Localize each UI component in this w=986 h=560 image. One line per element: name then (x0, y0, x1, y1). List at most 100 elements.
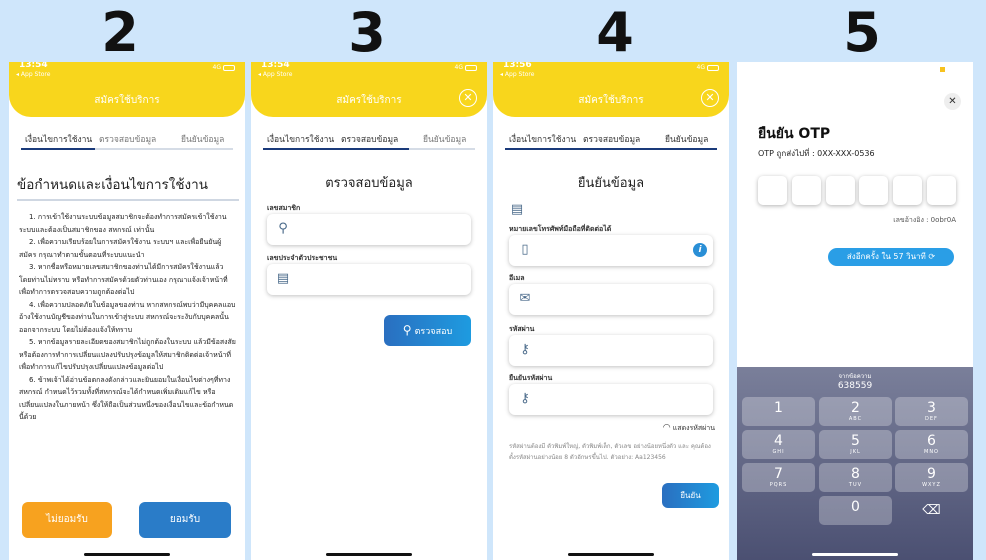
battery-icon (223, 64, 235, 71)
suggestion-label: จากข้อความ (838, 373, 872, 380)
password-input[interactable]: ⚷ (509, 335, 713, 366)
keypad-key-2[interactable]: 2 ABC (819, 397, 892, 426)
battery-icon (707, 64, 719, 71)
keypad-key-0[interactable]: 0 (819, 496, 892, 525)
keypad-key-6[interactable]: 6 MNO (895, 430, 968, 459)
app-header: 13:54 ◂ App Store 4G สมัครใช้บริการ ✕ (251, 62, 487, 117)
app-store-back-link[interactable]: ◂ App Store (16, 71, 50, 78)
otp-autofill-suggestion[interactable]: จากข้อความ 638559 (737, 371, 973, 391)
status-network: 4G (697, 64, 719, 71)
otp-digit-input[interactable] (758, 176, 787, 205)
tab-terms[interactable]: เงื่อนไขการใช้งาน (509, 132, 576, 146)
app-store-back-link[interactable]: ◂ App Store (500, 71, 534, 78)
active-tab-indicator (21, 148, 95, 150)
tab-verify[interactable]: ตรวจสอบข้อมูล (583, 132, 640, 146)
otp-digit-input[interactable] (792, 176, 821, 205)
terms-body: 1. การเข้าใช้งานระบบข้อมูลสมาชิกจะต้องทำ… (19, 211, 237, 424)
citizen-id-label: เลขประจำตัวประชาชน (267, 254, 338, 262)
tab-terms[interactable]: เงื่อนไขการใช้งาน (267, 132, 334, 146)
tab-confirm[interactable]: ยืนยันข้อมูล (423, 132, 466, 146)
accept-button[interactable]: ยอมรับ (139, 502, 231, 538)
confirm-password-input[interactable]: ⚷ (509, 384, 713, 415)
phone-label: หมายเลขโทรศัพท์มือถือที่ติดต่อได้ (509, 225, 612, 233)
backspace-icon[interactable]: ⌫ (895, 496, 968, 525)
email-input[interactable]: ✉ (509, 284, 713, 315)
confirm-button[interactable]: ยืนยัน (662, 483, 719, 508)
key-icon: ⚷ (520, 391, 530, 406)
terms-paragraph: 2. เพื่อความเรียบร้อยในการสมัครใช้งาน ระ… (19, 238, 222, 259)
step-number-5: 5 (843, 1, 881, 64)
close-icon[interactable]: ✕ (701, 89, 719, 107)
phone-screen-confirm: 13:56 ◂ App Store 4G สมัครใช้บริการ ✕ เง… (493, 62, 729, 560)
password-rules-note: รหัสผ่านต้องมี ตัวพิมพ์ใหญ่, ตัวพิมพ์เล็… (509, 443, 711, 461)
step-number-2: 2 (101, 1, 139, 64)
terms-paragraph: 3. หากชื่อหรือหมายเลขสมาชิกของท่านได้มีก… (19, 263, 228, 296)
mobile-phone-icon: ▯ (521, 242, 529, 257)
status-network: 4G (213, 64, 235, 71)
resend-otp-button[interactable]: ส่งอีกครั้ง ใน 57 วินาที ⟳ (828, 248, 954, 266)
active-tab-indicator (263, 148, 409, 150)
otp-digit-input[interactable] (927, 176, 956, 205)
header-title: สมัครใช้บริการ (336, 95, 402, 106)
keypad-key-3[interactable]: 3 DEF (895, 397, 968, 426)
terms-paragraph: 4. เพื่อความปลอดภัยในข้อมูลของท่าน หากสห… (19, 300, 236, 334)
header-title: สมัครใช้บริการ (578, 95, 644, 106)
status-time: 13:54 (261, 62, 290, 70)
home-indicator (326, 553, 412, 556)
phone-screen-verify: 13:54 ◂ App Store 4G สมัครใช้บริการ ✕ เง… (251, 62, 487, 560)
citizen-id-input[interactable]: ▤ (267, 264, 471, 295)
keypad-key-1[interactable]: 1 (742, 397, 815, 426)
home-indicator (568, 553, 654, 556)
password-label: รหัสผ่าน (509, 325, 535, 333)
home-indicator (84, 553, 170, 556)
step-tabs: เงื่อนไขการใช้งาน ตรวจสอบข้อมูล ยืนยันข้… (21, 130, 233, 150)
check-button[interactable]: ⚲ ตรวจสอบ (384, 315, 471, 346)
phone-input[interactable]: ▯ i (509, 235, 713, 266)
home-indicator (812, 553, 898, 556)
status-network: 4G (455, 64, 477, 71)
terms-paragraph: 5. หากข้อมูลรายละเอียดของสมาชิกไม่ถูกต้อ… (19, 338, 236, 371)
step-tabs: เงื่อนไขการใช้งาน ตรวจสอบข้อมูล ยืนยันข้… (505, 130, 717, 150)
email-icon: ✉ (519, 291, 531, 306)
otp-digit-input[interactable] (826, 176, 855, 205)
terms-paragraph: 1. การเข้าใช้งานระบบข้อมูลสมาชิกจะต้องทำ… (19, 213, 227, 234)
otp-digit-input[interactable] (893, 176, 922, 205)
page-title: ตรวจสอบข้อมูล (325, 176, 413, 191)
member-number-label: เลขสมาชิก (267, 204, 301, 212)
app-header: 13:54 ◂ App Store 4G สมัครใช้บริการ (9, 62, 245, 117)
active-tab-indicator (505, 148, 717, 150)
tab-confirm[interactable]: ยืนยันข้อมูล (665, 132, 708, 146)
search-icon: ⚲ (402, 323, 412, 337)
info-icon[interactable]: i (693, 243, 707, 257)
reference-code: เลขอ้างอิง : 0obr0A (893, 216, 956, 224)
keypad-key-9[interactable]: 9 WXYZ (895, 463, 968, 492)
phone-screen-otp: ✕ ยืนยัน OTP OTP ถูกส่งไปที่ : 0XX-XXX-0… (737, 62, 973, 560)
keypad-key-7[interactable]: 7 PQRS (742, 463, 815, 492)
tab-terms[interactable]: เงื่อนไขการใช้งาน (25, 132, 92, 146)
keypad-key-8[interactable]: 8 TUV (819, 463, 892, 492)
decline-button[interactable]: ไม่ยอมรับ (22, 502, 112, 538)
refresh-icon: ⟳ (928, 252, 936, 261)
tab-verify[interactable]: ตรวจสอบข้อมูล (341, 132, 398, 146)
close-icon[interactable]: ✕ (944, 93, 961, 110)
otp-digit-input[interactable] (859, 176, 888, 205)
keypad-key-5[interactable]: 5 JKL (819, 430, 892, 459)
show-password-toggle[interactable]: ◠ แสดงรหัสผ่าน (663, 423, 715, 434)
page-title: ยืนยัน OTP (758, 126, 831, 142)
tab-verify[interactable]: ตรวจสอบข้อมูล (99, 132, 156, 146)
status-time: 13:54 (19, 62, 48, 70)
terms-title: ข้อกำหนดและเงื่อนไขการใช้งาน (17, 173, 239, 201)
tab-confirm[interactable]: ยืนยันข้อมูล (181, 132, 224, 146)
keypad-key-4[interactable]: 4 GHI (742, 430, 815, 459)
close-icon[interactable]: ✕ (459, 89, 477, 107)
step-tabs: เงื่อนไขการใช้งาน ตรวจสอบข้อมูล ยืนยันข้… (263, 130, 475, 150)
page-title: ยืนยันข้อมูล (577, 176, 645, 191)
numeric-keypad: จากข้อความ 638559 1 2 ABC 3 DEF 4 GHI 5 JKL … (737, 367, 973, 560)
member-number-input[interactable]: ⚲ (267, 214, 471, 245)
battery-icon (465, 64, 477, 71)
person-icon: ⚲ (278, 221, 288, 236)
phone-screen-terms: 13:54 ◂ App Store 4G สมัครใช้บริการ เงื่… (9, 62, 245, 560)
confirm-password-label: ยืนยันรหัสผ่าน (509, 374, 553, 382)
eye-icon: ◠ (662, 423, 671, 433)
app-store-back-link[interactable]: ◂ App Store (258, 71, 292, 78)
